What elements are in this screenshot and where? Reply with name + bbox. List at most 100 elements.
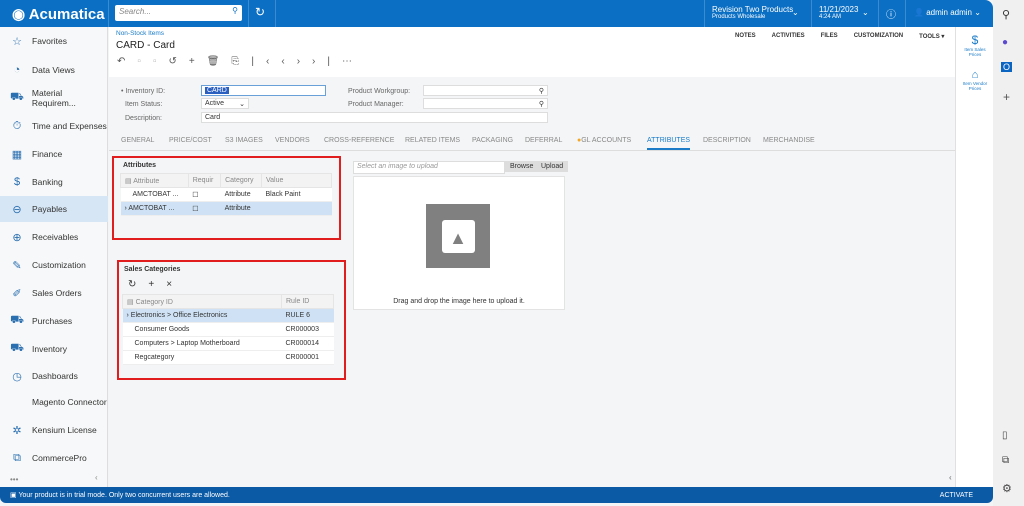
item-status-select[interactable]: Active ⌄	[201, 98, 249, 109]
breadcrumb[interactable]: Non-Stock Items	[116, 30, 164, 37]
image-upload-field[interactable]: Select an image to upload	[353, 161, 505, 174]
last-icon[interactable]: ›|	[312, 56, 342, 67]
sidebar-item-material-requirem-[interactable]: ⛟ Material Requirem...	[0, 85, 108, 111]
tab-s3-images[interactable]: S3 IMAGES	[225, 137, 263, 144]
tab-related-items[interactable]: RELATED ITEMS	[405, 137, 460, 144]
add-icon[interactable]: +	[1003, 90, 1010, 104]
tab-vendors[interactable]: VENDORS	[275, 137, 310, 144]
description-field[interactable]: Card	[201, 112, 548, 123]
column-header[interactable]: Requir	[187, 173, 222, 188]
save-icon[interactable]: ▫	[137, 56, 153, 67]
value-cell[interactable]	[261, 201, 332, 216]
tab-packaging[interactable]: PACKAGING	[472, 137, 513, 144]
search-icon[interactable]: ⚲	[539, 87, 544, 95]
help-icon[interactable]: ⓘ	[886, 6, 896, 21]
action-activities[interactable]: ACTIVITIES	[772, 33, 805, 40]
tab-description[interactable]: DESCRIPTION	[703, 137, 751, 144]
collapse-right-icon[interactable]: ‹	[949, 473, 952, 482]
user-menu[interactable]: 👤 admin admin ⌄	[914, 8, 981, 17]
column-header[interactable]: Value	[261, 173, 332, 188]
activate-button[interactable]: ACTIVATE	[940, 492, 973, 499]
action-tools[interactable]: TOOLS ▾	[919, 33, 944, 40]
add-icon[interactable]: +	[189, 56, 207, 67]
item-vendor-prices-link[interactable]: ⌂ Item Vendor Prices	[958, 69, 992, 91]
sidebar-item-finance[interactable]: ▦ Finance	[0, 141, 108, 167]
column-header[interactable]: ▤ Category ID	[122, 294, 282, 309]
undo-icon[interactable]: ↺	[168, 56, 188, 67]
required-checkbox[interactable]: ☐	[188, 201, 221, 216]
logo[interactable]: ◉ Acumatica	[12, 5, 105, 23]
image-drop-zone[interactable]: ▲ Drag and drop the image here to upload…	[353, 176, 565, 310]
table-row[interactable]: AMCTOBAT ... ☐ Attribute Black Paint	[120, 187, 332, 202]
column-header[interactable]: ▤ Attribute	[120, 173, 189, 188]
column-header[interactable]: Category	[220, 173, 262, 188]
table-row[interactable]: Computers > Laptop Motherboard CR000014	[122, 336, 334, 351]
tab-deferral[interactable]: DEFERRAL	[525, 137, 562, 144]
column-header[interactable]: Rule ID	[281, 294, 334, 309]
panel-icon[interactable]: ▯	[1002, 430, 1008, 441]
prev-icon[interactable]: ‹	[281, 56, 296, 67]
action-customization[interactable]: CUSTOMIZATION	[854, 33, 903, 40]
history-icon[interactable]: ↻	[255, 5, 265, 19]
upload-button[interactable]: Upload	[536, 161, 569, 172]
next-icon[interactable]: ›	[297, 56, 312, 67]
tab-gl-accounts[interactable]: ●GL ACCOUNTS	[577, 137, 631, 144]
collapse-sidebar-icon[interactable]: ‹	[95, 473, 98, 482]
outlook-icon[interactable]: O	[1001, 62, 1013, 72]
more-icon[interactable]: •••	[10, 475, 18, 484]
sidebar-item-customization[interactable]: ✎ Customization	[0, 252, 108, 278]
tab-merchandise[interactable]: MERCHANDISE	[763, 137, 815, 144]
sidebar-item-kensium-license[interactable]: ✲ Kensium License	[0, 417, 108, 443]
chevron-down-icon[interactable]: ⌄	[862, 8, 869, 17]
copilot-icon[interactable]: ●	[1002, 37, 1008, 48]
sidebar-item-purchases[interactable]: ⛟ Purchases	[0, 308, 108, 334]
gear-icon[interactable]: ⚙	[1002, 482, 1012, 495]
table-row[interactable]: Regcategory CR000001	[122, 350, 334, 365]
sidebar-item-sales-orders[interactable]: ✐ Sales Orders	[0, 280, 108, 306]
copy-icon[interactable]: ⎘	[231, 56, 251, 67]
chevron-down-icon[interactable]: ⌄	[792, 8, 799, 17]
sidebar-item-payables[interactable]: ⊖ Payables	[0, 196, 108, 222]
trial-message: ▣ Your product is in trial mode. Only tw…	[10, 492, 230, 499]
browse-button[interactable]: Browse	[505, 161, 539, 172]
delete-icon[interactable]: 🗑	[207, 56, 232, 67]
sidebar-item-inventory[interactable]: ⛟ Inventory	[0, 336, 108, 362]
sidebar-item-time-and-expenses[interactable]: ⏱ Time and Expenses	[0, 113, 108, 139]
tab-cross-reference[interactable]: CROSS-REFERENCE	[324, 137, 394, 144]
item-sales-prices-link[interactable]: $ Item Sales Prices	[958, 33, 992, 57]
external-link-icon[interactable]: ⧉	[1002, 455, 1009, 466]
required-checkbox[interactable]: ☐	[188, 187, 221, 202]
search-icon[interactable]: ⚲	[232, 6, 238, 15]
sidebar-item-commercepro[interactable]: ⧉ CommercePro	[0, 445, 108, 471]
sidebar-item-data-views[interactable]: ◔ Data Views	[0, 57, 108, 83]
company-selector[interactable]: Revision Two Products Products Wholesale	[712, 5, 793, 20]
tab-general[interactable]: GENERAL	[121, 137, 154, 144]
add-icon[interactable]: +	[148, 279, 166, 290]
table-row[interactable]: Consumer Goods CR000003	[122, 322, 334, 337]
table-row[interactable]: › AMCTOBAT ... ☐ Attribute	[120, 201, 332, 216]
refresh-icon[interactable]: ↻	[128, 279, 148, 290]
close-icon[interactable]: ×	[166, 279, 184, 290]
tab-attributes[interactable]: ATTRIBUTES	[647, 137, 691, 150]
action-files[interactable]: FILES	[821, 33, 838, 40]
save-close-icon[interactable]: ▫	[153, 56, 169, 67]
sidebar-item-dashboards[interactable]: ◷ Dashboards	[0, 363, 108, 389]
search-icon[interactable]: ⚲	[539, 100, 544, 108]
inventory-id-field[interactable]: CARD	[201, 85, 326, 96]
search-input[interactable]: Search... ⚲	[115, 5, 242, 21]
back-icon[interactable]: ↶	[117, 56, 137, 67]
tab-price-cost[interactable]: PRICE/COST	[169, 137, 212, 144]
value-cell[interactable]: Black Paint	[261, 187, 332, 202]
sidebar-item-banking[interactable]: $ Banking	[0, 169, 108, 195]
more-icon[interactable]: ⋯	[342, 56, 364, 67]
action-notes[interactable]: NOTES	[735, 33, 756, 40]
workgroup-field[interactable]: ⚲	[423, 85, 548, 96]
sidebar-item-receivables[interactable]: ⊕ Receivables	[0, 224, 108, 250]
first-icon[interactable]: |‹	[251, 56, 281, 67]
date-selector[interactable]: 11/21/2023 4:24 AM	[819, 5, 858, 20]
sidebar-item-favorites[interactable]: ☆ Favorites	[0, 28, 108, 54]
search-icon[interactable]: ⚲	[1002, 8, 1010, 21]
sidebar-item-magento-connector[interactable]: Magento Connector	[0, 389, 108, 415]
manager-field[interactable]: ⚲	[423, 98, 548, 109]
table-row[interactable]: › Electronics > Office Electronics RULE 6	[122, 308, 334, 323]
